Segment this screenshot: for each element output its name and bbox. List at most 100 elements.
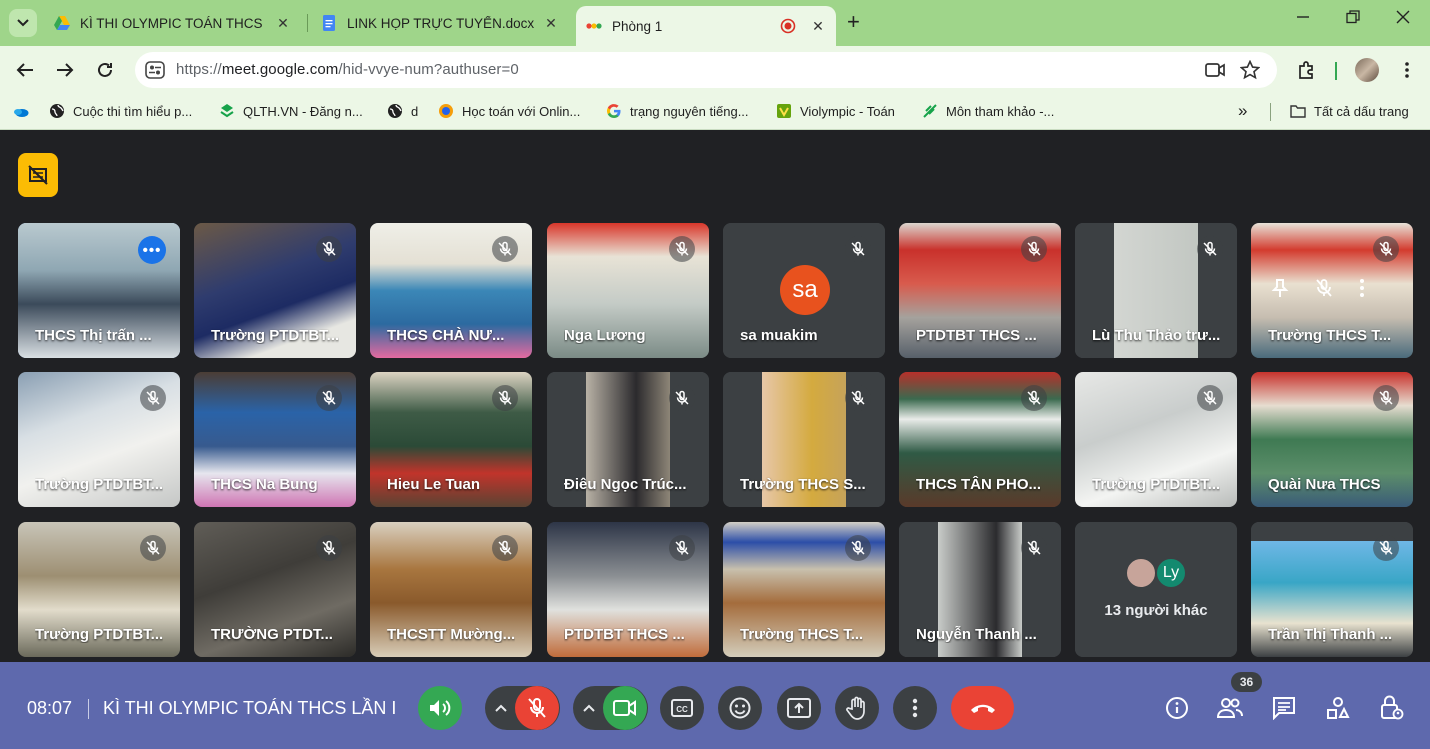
star-bookmark-icon[interactable] — [1240, 60, 1260, 80]
participant-tile[interactable]: THCS TÂN PHO... — [899, 372, 1061, 507]
forward-button[interactable] — [53, 58, 77, 82]
new-tab-button[interactable]: + — [847, 11, 860, 33]
pin-icon[interactable] — [1271, 278, 1289, 298]
participant-tile[interactable]: TRƯỜNG PTDT... — [194, 522, 356, 657]
participant-tile[interactable]: Trường PTDTBT... — [18, 372, 180, 507]
mic-off-icon — [669, 236, 695, 262]
participant-tile[interactable]: Nga Lương — [547, 223, 709, 358]
cc-label: CC — [676, 705, 688, 714]
participant-tile[interactable]: Nguyễn Thanh ... — [899, 522, 1061, 657]
participant-tile[interactable]: Trường THCS T... — [1251, 223, 1413, 358]
participant-tile[interactable]: PTDTBT THCS ... — [547, 522, 709, 657]
restore-icon — [1346, 10, 1360, 24]
participant-tile[interactable]: THCSTT Mường... — [370, 522, 532, 657]
mic-options-button[interactable] — [487, 686, 515, 730]
tab-docs[interactable]: LINK HỌP TRỰC TUYẾN.docx - ✕ — [311, 6, 569, 40]
google-g-icon — [607, 104, 621, 119]
bookmark-item[interactable]: d — [387, 103, 418, 119]
people-button[interactable] — [1216, 694, 1244, 722]
participant-tile[interactable]: Quài Nưa THCS — [1251, 372, 1413, 507]
participant-tile[interactable]: Lù Thu Thảo trư... — [1075, 223, 1237, 358]
participant-name: Nguyễn Thanh ... — [916, 626, 1037, 643]
mic-off-icon — [140, 385, 166, 411]
tab-meet-active[interactable]: Phòng 1 ✕ — [576, 6, 836, 46]
extensions-button[interactable] — [1295, 58, 1319, 82]
tab-search-button[interactable] — [9, 9, 37, 37]
mic-off-icon — [845, 535, 871, 561]
bookmark-item[interactable]: trạng nguyên tiếng... — [606, 103, 749, 119]
url-path: /hid-vvye-num?authuser=0 — [338, 61, 519, 78]
leave-call-button[interactable] — [951, 686, 1014, 730]
camera-toggle-button[interactable] — [603, 686, 647, 730]
recording-badge[interactable] — [18, 153, 58, 197]
bookmark-item[interactable]: Học toán với Onlin... — [438, 103, 580, 119]
more-vert-icon[interactable] — [1359, 278, 1365, 298]
onedrive-icon — [14, 109, 29, 117]
participant-tile[interactable]: Trường THCS S... — [723, 372, 885, 507]
bookmark-item[interactable]: QLTH.VN - Đăng n... — [219, 103, 363, 119]
mic-off-icon — [316, 385, 342, 411]
participant-tile[interactable]: sa sa muakim — [723, 223, 885, 358]
chat-icon — [1273, 697, 1295, 720]
reload-button[interactable] — [93, 58, 117, 82]
bookmarks-overflow-button[interactable]: » — [1238, 101, 1247, 121]
bookmark-label: Môn tham khảo -... — [946, 103, 1055, 119]
participant-tile[interactable]: Điêu Ngọc Trúc... — [547, 372, 709, 507]
close-window-button[interactable] — [1396, 10, 1410, 29]
google-drive-icon — [54, 16, 70, 30]
close-icon[interactable]: ✕ — [810, 18, 826, 35]
raise-hand-button[interactable] — [835, 686, 879, 730]
participant-tile[interactable]: Hieu Le Tuan — [370, 372, 532, 507]
all-bookmarks-folder[interactable]: Tất cả dấu trang — [1290, 103, 1409, 119]
mic-off-icon — [316, 236, 342, 262]
meeting-details-button[interactable] — [1163, 694, 1191, 722]
more-options-button[interactable] — [893, 686, 937, 730]
minimize-button[interactable] — [1296, 10, 1310, 29]
bookmark-item[interactable]: Violympic - Toán — [776, 103, 895, 119]
other-participants-label: 13 người khác — [1104, 602, 1208, 619]
activities-button[interactable] — [1324, 694, 1352, 722]
participant-tile[interactable]: Trường PTDTBT... — [1075, 372, 1237, 507]
participant-tile[interactable]: Ly 13 người khác — [1075, 522, 1237, 657]
mute-participant-icon[interactable] — [1315, 278, 1333, 298]
participant-name: THCSTT Mường... — [387, 626, 516, 643]
tile-more-options-icon[interactable]: ••• — [138, 236, 166, 264]
bookmark-item[interactable]: Cuộc thi tìm hiểu p... — [49, 103, 192, 119]
mic-toggle-button[interactable] — [515, 686, 559, 730]
participant-tile[interactable]: THCS Thị trấn ... ••• — [18, 223, 180, 358]
participant-tile[interactable]: THCS Na Bung — [194, 372, 356, 507]
chat-button[interactable] — [1270, 694, 1298, 722]
mic-off-icon — [669, 535, 695, 561]
tab-drive[interactable]: KÌ THI OLYMPIC TOÁN THCS L ✕ — [44, 6, 301, 40]
camera-permission-icon[interactable] — [1205, 60, 1225, 80]
reactions-button[interactable] — [718, 686, 762, 730]
participant-name: PTDTBT THCS ... — [564, 626, 685, 643]
participant-name: Trường THCS T... — [1268, 327, 1392, 344]
bookmark-label: Cuộc thi tìm hiểu p... — [73, 103, 193, 119]
participant-tile[interactable]: Trường PTDTBT... — [18, 522, 180, 657]
host-controls-button[interactable] — [1378, 694, 1406, 722]
back-button[interactable] — [13, 58, 37, 82]
browser-menu-button[interactable] — [1395, 58, 1419, 82]
participant-tile[interactable]: PTDTBT THCS ... — [899, 223, 1061, 358]
address-bar[interactable]: https://meet.google.com/hid-vvye-num?aut… — [135, 52, 1277, 88]
close-icon[interactable]: ✕ — [275, 15, 291, 32]
participant-tile[interactable]: Trường THCS T... — [723, 522, 885, 657]
participant-tile[interactable]: Trường PTDTBT... — [194, 223, 356, 358]
captions-button[interactable]: CC — [660, 686, 704, 730]
participant-tile[interactable]: THCS CHÀ NƯ... — [370, 223, 532, 358]
mic-off-icon — [1373, 535, 1399, 561]
close-icon[interactable]: ✕ — [543, 15, 559, 32]
site-settings-icon[interactable] — [145, 61, 165, 79]
speaker-button[interactable] — [418, 686, 462, 730]
people-icon — [1216, 698, 1243, 718]
restore-button[interactable] — [1346, 10, 1360, 29]
present-screen-button[interactable] — [777, 686, 821, 730]
profile-avatar[interactable] — [1355, 58, 1379, 82]
participant-tile[interactable]: Trần Thị Thanh ... — [1251, 522, 1413, 657]
lock-person-icon — [1381, 695, 1404, 720]
mic-off-icon — [492, 385, 518, 411]
bookmark-onedrive[interactable] — [13, 103, 37, 119]
camera-options-button[interactable] — [575, 686, 603, 730]
bookmark-item[interactable]: Môn tham khảo -... — [922, 103, 1054, 119]
